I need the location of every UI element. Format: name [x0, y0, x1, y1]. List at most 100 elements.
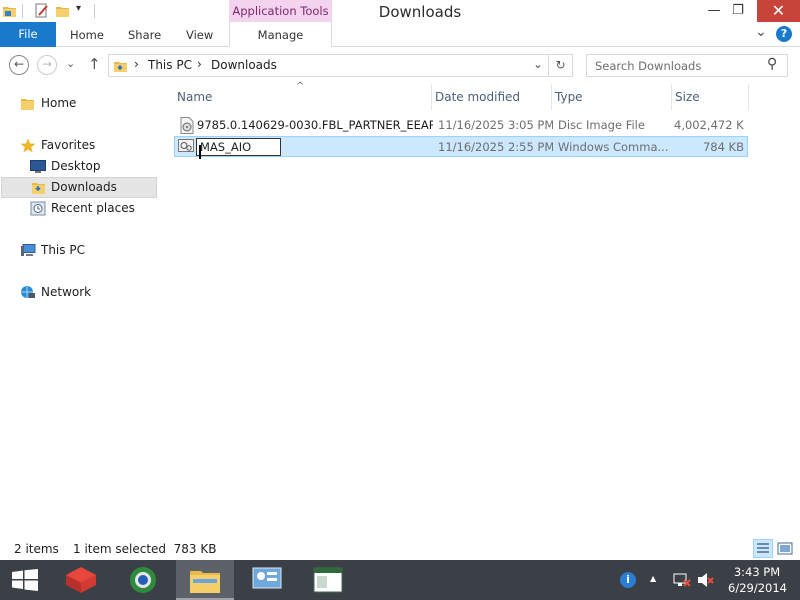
clock-time: 3:43 PM: [733, 565, 781, 579]
up-button[interactable]: ↑: [88, 55, 101, 73]
recent-places-icon: [30, 201, 46, 216]
taskbar-app-cube[interactable]: [52, 560, 110, 600]
nav-label: Home: [41, 96, 77, 110]
browser-app-icon: [130, 567, 156, 593]
selection-info: 1 item selected 783 KB: [73, 542, 217, 556]
forward-button[interactable]: →: [37, 55, 57, 75]
cube-app-icon: [66, 567, 96, 593]
clock-date: 6/29/2014: [728, 581, 787, 595]
application-tools-label: Application Tools: [229, 0, 332, 22]
file-row-selected[interactable]: 11/16/2025 2:55 PM Windows Comma... 784 …: [174, 136, 748, 159]
expand-ribbon-icon[interactable]: ⌄: [755, 24, 767, 40]
column-header-size[interactable]: Size: [672, 84, 748, 110]
search-box[interactable]: ⚲: [586, 54, 788, 77]
tab-home[interactable]: Home: [70, 22, 104, 47]
divider: [22, 4, 23, 18]
show-hidden-icons-button[interactable]: ▲: [650, 574, 656, 583]
help-icon[interactable]: ?: [776, 26, 792, 42]
breadcrumb-downloads[interactable]: Downloads: [211, 58, 277, 72]
search-input[interactable]: [587, 55, 757, 76]
file-date: 11/16/2025 3:05 PM: [438, 118, 553, 132]
info-tray-icon[interactable]: i: [620, 572, 636, 588]
nav-label: Downloads: [51, 180, 117, 194]
tab-manage[interactable]: Manage: [229, 22, 332, 47]
network-icon: [21, 286, 35, 298]
file-date: 11/16/2025 2:55 PM: [438, 140, 553, 154]
restore-button[interactable]: ❐: [724, 0, 752, 22]
nav-label: Network: [41, 285, 92, 299]
file-size: 4,002,472 KB: [674, 118, 744, 132]
taskbar: i ▲ 3:43 PM 6/29/2014: [0, 560, 800, 600]
column-header-label: Type: [555, 90, 583, 104]
large-icons-view-icon: [777, 542, 793, 555]
computer-icon: [21, 244, 36, 256]
taskbar-app-window[interactable]: [300, 560, 358, 600]
network-tray-icon[interactable]: [673, 572, 691, 588]
sort-ascending-icon: ^: [296, 81, 305, 92]
clock[interactable]: 3:43 PM 6/29/2014: [728, 564, 787, 596]
address-bar[interactable]: › This PC › Downloads ⌄: [108, 54, 549, 77]
downloads-folder-icon: [114, 62, 127, 72]
start-button[interactable]: [0, 560, 58, 600]
nav-label: Desktop: [51, 159, 101, 173]
nav-item-downloads[interactable]: Downloads: [1, 177, 157, 198]
breadcrumb-separator[interactable]: ›: [134, 57, 139, 71]
nav-item-recent-places[interactable]: Recent places: [0, 198, 150, 219]
file-name: 9785.0.140629-0030.FBL_PARTNER_EEAP_...: [197, 118, 433, 132]
home-folder-icon: [21, 99, 34, 110]
tab-share[interactable]: Share: [128, 22, 161, 47]
tab-view[interactable]: View: [186, 22, 213, 47]
file-type: Disc Image File: [558, 118, 645, 132]
nav-label: Favorites: [41, 138, 96, 152]
nav-item-favorites[interactable]: Favorites: [0, 135, 150, 156]
search-icon[interactable]: ⚲: [767, 56, 777, 72]
batch-file-icon: [178, 139, 194, 152]
file-type: Windows Comma...: [558, 140, 669, 154]
column-header-type[interactable]: Type: [552, 84, 670, 110]
volume-muted-icon[interactable]: [697, 572, 715, 588]
properties-icon[interactable]: [34, 3, 50, 19]
column-divider[interactable]: [748, 84, 749, 110]
start-icon: [12, 569, 38, 591]
address-row: ← → ⌄ ↑ › This PC › Downloads ⌄ ↻ ⚲: [0, 47, 800, 83]
desktop-icon: [30, 160, 46, 173]
close-button[interactable]: ✕: [757, 0, 800, 22]
text-cursor-icon: [199, 145, 201, 159]
file-explorer-app-icon: [190, 571, 220, 593]
title-bar: ▾ Application Tools Downloads — ❐ ✕: [0, 0, 800, 22]
taskbar-app-browser[interactable]: [114, 560, 172, 600]
breadcrumb-separator[interactable]: ›: [197, 57, 202, 71]
control-panel-app-icon: [252, 567, 282, 589]
address-dropdown-icon[interactable]: ⌄: [533, 57, 543, 71]
customize-qat-icon[interactable]: ▾: [76, 3, 81, 14]
folder-icon: [3, 7, 16, 17]
taskbar-app-file-explorer[interactable]: [176, 560, 234, 600]
tab-file[interactable]: File: [0, 22, 56, 47]
details-view-icon: [757, 543, 769, 553]
nav-item-home[interactable]: Home: [0, 93, 150, 114]
recent-locations-button[interactable]: ⌄: [66, 57, 75, 70]
column-header-label: Date modified: [435, 90, 521, 104]
nav-item-desktop[interactable]: Desktop: [0, 156, 150, 177]
details-view-button[interactable]: [753, 539, 773, 558]
file-size: 784 KB: [702, 140, 744, 154]
disc-image-icon: [180, 117, 194, 134]
divider: [94, 4, 95, 18]
window-title: Downloads: [378, 3, 462, 21]
breadcrumb-this-pc[interactable]: This PC: [148, 58, 192, 72]
large-icons-view-button[interactable]: [775, 539, 795, 558]
rename-input[interactable]: [196, 138, 281, 156]
nav-label: Recent places: [51, 201, 135, 215]
star-icon: [20, 138, 36, 153]
nav-item-network[interactable]: Network: [0, 282, 150, 303]
new-folder-icon[interactable]: [55, 3, 71, 19]
refresh-button[interactable]: ↻: [549, 54, 573, 77]
nav-item-this-pc[interactable]: This PC: [0, 240, 150, 261]
tab-manage-label: Manage: [257, 28, 304, 42]
file-row[interactable]: 9785.0.140629-0030.FBL_PARTNER_EEAP_... …: [174, 115, 748, 136]
back-button[interactable]: ←: [9, 55, 29, 75]
taskbar-app-control-panel[interactable]: [238, 560, 296, 600]
column-header-date-modified[interactable]: Date modified: [432, 84, 550, 110]
status-bar: 2 items 1 item selected 783 KB: [0, 538, 800, 560]
ribbon-tab-row: File Home Share View Manage ⌄ ?: [0, 22, 800, 47]
